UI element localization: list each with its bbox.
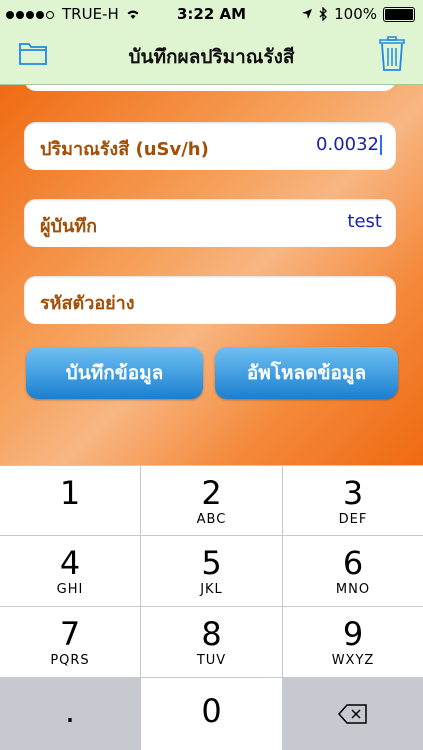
battery-icon xyxy=(383,6,415,22)
battery-percent: 100% xyxy=(334,5,377,23)
key-dot[interactable]: . xyxy=(0,678,140,750)
numeric-keypad: 1 2 ABC 3 DEF 4 GHI 5 JKL 6 MNO 7 PQRS 8… xyxy=(0,465,423,750)
location-arrow-icon xyxy=(302,9,313,19)
key-3[interactable]: 3 DEF xyxy=(283,466,423,535)
key-2-digit: 2 xyxy=(201,474,222,512)
key-6[interactable]: 6 MNO xyxy=(283,536,423,606)
key-5-letters: JKL xyxy=(200,582,223,597)
key-0-digit: 0 xyxy=(201,692,222,730)
sample-id-label: รหัสตัวอย่าง xyxy=(40,293,135,314)
key-5[interactable]: 5 JKL xyxy=(141,536,282,606)
key-dot-label: . xyxy=(64,692,76,730)
bluetooth-icon xyxy=(319,7,328,21)
recorder-label: ผู้บันทึก xyxy=(40,216,98,237)
sample-id-field[interactable]: รหัสตัวอย่าง xyxy=(24,276,396,324)
key-3-digit: 3 xyxy=(342,474,364,512)
key-1[interactable]: 1 xyxy=(0,466,140,535)
status-right: 100% xyxy=(301,5,415,23)
navigation-bar: บันทึกผลปริมาณรังสี xyxy=(0,28,423,85)
key-7-digit: 7 xyxy=(59,615,81,653)
key-6-letters: MNO xyxy=(335,582,371,597)
form-area: ปริมาณรังสี (uSv/h) 0.0032 ผู้บันทึก tes… xyxy=(0,85,423,465)
upload-button[interactable]: อัพโหลดข้อมูล xyxy=(215,347,398,399)
dose-field[interactable]: ปริมาณรังสี (uSv/h) 0.0032 xyxy=(24,122,396,170)
key-6-digit: 6 xyxy=(342,544,364,582)
key-8-letters: TUV xyxy=(196,653,227,668)
save-button[interactable]: บันทึกข้อมูล xyxy=(26,347,203,399)
key-8-digit: 8 xyxy=(201,615,222,653)
trash-icon[interactable] xyxy=(379,36,405,76)
key-4[interactable]: 4 GHI xyxy=(0,536,140,606)
key-7-letters: PQRS xyxy=(50,653,90,668)
key-2[interactable]: 2 ABC xyxy=(141,466,282,535)
dose-value-text: 0.0032 xyxy=(316,134,379,155)
key-4-digit: 4 xyxy=(59,544,81,582)
page-title: บันทึกผลปริมาณรังสี xyxy=(128,46,295,68)
key-9[interactable]: 9 WXYZ xyxy=(283,607,423,677)
key-9-letters: WXYZ xyxy=(331,653,375,668)
key-2-letters: ABC xyxy=(196,512,227,527)
recorder-value[interactable]: test xyxy=(347,211,382,232)
dose-label: ปริมาณรังสี (uSv/h) xyxy=(40,139,209,160)
key-delete[interactable] xyxy=(283,678,423,750)
recorder-field[interactable]: ผู้บันทึก test xyxy=(24,199,396,247)
key-1-digit: 1 xyxy=(59,474,81,512)
key-4-letters: GHI xyxy=(56,582,84,597)
key-8[interactable]: 8 TUV xyxy=(141,607,282,677)
backspace-icon xyxy=(337,704,367,724)
status-bar: TRUE-H 3:22 AM 100% xyxy=(0,0,423,28)
key-0[interactable]: 0 xyxy=(141,678,282,750)
key-5-digit: 5 xyxy=(201,544,222,582)
key-7[interactable]: 7 PQRS xyxy=(0,607,140,677)
previous-field-partial[interactable] xyxy=(24,85,396,91)
text-cursor xyxy=(380,135,382,155)
dose-value[interactable]: 0.0032 xyxy=(316,134,382,155)
key-9-digit: 9 xyxy=(342,615,364,653)
key-3-letters: DEF xyxy=(338,512,368,527)
